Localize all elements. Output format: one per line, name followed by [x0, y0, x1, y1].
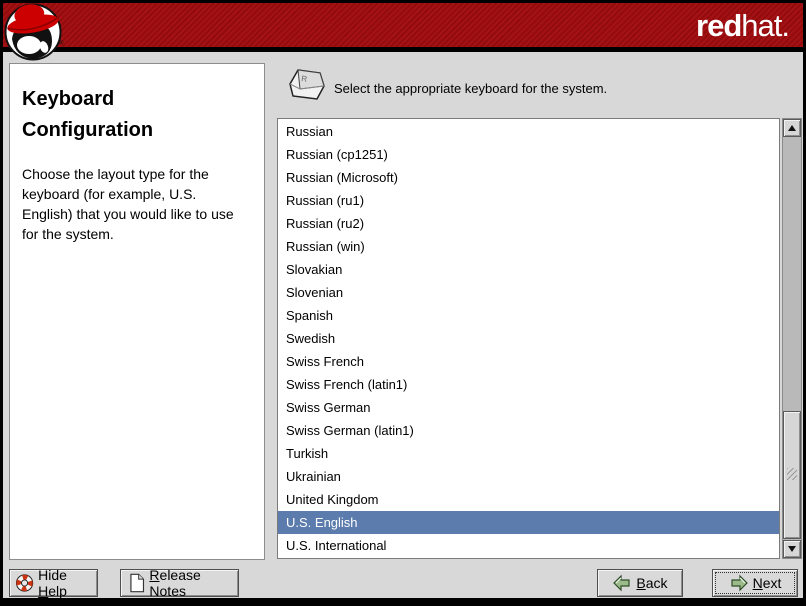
arrow-right-icon: [730, 574, 748, 592]
help-panel: Keyboard Configuration Choose the layout…: [9, 63, 265, 560]
scroll-up-button[interactable]: [783, 119, 801, 137]
list-item[interactable]: Swiss French: [278, 350, 779, 373]
list-item[interactable]: Ukrainian: [278, 465, 779, 488]
list-item[interactable]: Russian (win): [278, 235, 779, 258]
list-item[interactable]: Turkish: [278, 442, 779, 465]
list-item[interactable]: Swiss German: [278, 396, 779, 419]
arrow-up-icon: [788, 125, 796, 131]
list-item[interactable]: Swedish: [278, 327, 779, 350]
next-button[interactable]: Next: [712, 569, 798, 597]
arrow-down-icon: [788, 546, 796, 552]
release-notes-button[interactable]: Release Notes: [120, 567, 239, 599]
back-button[interactable]: Back: [597, 569, 683, 597]
arrow-left-icon: [613, 574, 631, 592]
button-label: Next: [752, 575, 782, 591]
document-icon: [130, 573, 145, 593]
list-item[interactable]: Slovenian: [278, 281, 779, 304]
life-preserver-icon: [15, 574, 34, 592]
hide-help-button[interactable]: Hide Help: [9, 567, 98, 599]
list-item[interactable]: Russian: [278, 120, 779, 143]
banner-divider: [3, 47, 803, 52]
list-item[interactable]: U.S. International: [278, 534, 779, 557]
instruction-text: Select the appropriate keyboard for the …: [334, 81, 608, 96]
list-item-selected[interactable]: U.S. English: [278, 511, 779, 534]
list-item[interactable]: Russian (ru1): [278, 189, 779, 212]
scrollbar-thumb[interactable]: [783, 411, 801, 539]
top-banner: [3, 3, 803, 47]
list-item[interactable]: Russian (cp1251): [278, 143, 779, 166]
list-item[interactable]: Slovakian: [278, 258, 779, 281]
list-item[interactable]: Russian (ru2): [278, 212, 779, 235]
scroll-down-button[interactable]: [783, 540, 801, 558]
scrollbar-grip-icon: [787, 468, 797, 480]
redhat-wordmark: redhat.: [696, 8, 790, 44]
list-item[interactable]: Swiss French (latin1): [278, 373, 779, 396]
button-label: Back: [636, 575, 668, 591]
list-item[interactable]: Spanish: [278, 304, 779, 327]
page-title: Keyboard Configuration: [22, 88, 154, 141]
svg-text:®: ®: [59, 40, 64, 47]
button-label: Hide Help: [38, 567, 67, 599]
list-item[interactable]: Russian (Microsoft): [278, 166, 779, 189]
keyboard-key-icon: R: [289, 69, 325, 100]
help-text: Choose the layout type for the keyboard …: [22, 166, 234, 242]
wordmark-bold: red: [696, 8, 742, 43]
redhat-shadowman-logo-icon: ®: [4, 3, 64, 61]
wordmark-light: hat.: [741, 8, 790, 43]
button-label: Release Notes: [149, 567, 201, 599]
list-item[interactable]: United Kingdom: [278, 488, 779, 511]
list-item[interactable]: Swiss German (latin1): [278, 419, 779, 442]
list-scrollbar[interactable]: [782, 118, 802, 559]
keyboard-layout-list: Russian Russian (cp1251) Russian (Micros…: [277, 118, 780, 559]
installer-window: redhat. ® Keyboard Configuration Choose …: [0, 0, 806, 606]
